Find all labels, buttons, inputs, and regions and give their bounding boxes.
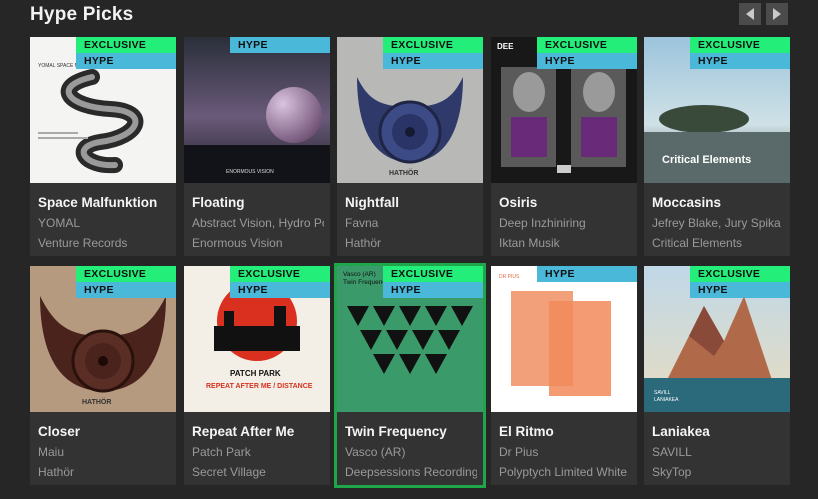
release-artist[interactable]: Favna	[345, 216, 477, 230]
release-title[interactable]: Laniakea	[652, 424, 784, 439]
cover-subtext: LANIAKEA	[654, 397, 679, 403]
hype-badge: HYPE	[690, 53, 790, 69]
release-title[interactable]: El Ritmo	[499, 424, 631, 439]
hype-badge: HYPE	[537, 53, 637, 69]
release-artist[interactable]: Abstract Vision, Hydro Poet	[192, 216, 324, 230]
hype-badge: HYPE	[383, 282, 483, 298]
release-title[interactable]: Floating	[192, 195, 324, 210]
section-header: Hype Picks	[0, 0, 818, 34]
release-card[interactable]: Critical Elements EXCLUSIVE HYPE Moccasi…	[644, 37, 790, 256]
release-label[interactable]: Hathör	[345, 236, 477, 250]
release-title[interactable]: Closer	[38, 424, 170, 439]
release-card[interactable]: DEE EXCLUSIVE HYPE Osiris Deep Inzhiniri…	[491, 37, 637, 256]
cover-text: ENORMOUS VISION	[226, 169, 274, 175]
release-title[interactable]: Moccasins	[652, 195, 784, 210]
exclusive-badge: EXCLUSIVE	[76, 37, 176, 53]
cover-text: PATCH PARK	[230, 369, 281, 378]
cover-text: DEE	[497, 42, 514, 51]
release-title[interactable]: Space Malfunktion	[38, 195, 170, 210]
cover-text: HATHÖR	[82, 397, 111, 406]
release-artist[interactable]: Dr Pius	[499, 445, 631, 459]
release-cover[interactable]: DR PIUS	[491, 266, 637, 412]
release-title[interactable]: Repeat After Me	[192, 424, 324, 439]
release-artist[interactable]: Deep Inzhiniring	[499, 216, 631, 230]
hype-badge: HYPE	[230, 37, 330, 53]
release-label[interactable]: Hathör	[38, 465, 170, 479]
hype-badge: HYPE	[230, 282, 330, 298]
exclusive-badge: EXCLUSIVE	[383, 266, 483, 282]
cover-text: HATHÖR	[389, 168, 418, 177]
release-label[interactable]: Enormous Vision	[192, 236, 324, 250]
exclusive-badge: EXCLUSIVE	[76, 266, 176, 282]
release-title[interactable]: Nightfall	[345, 195, 477, 210]
cover-subtext: REPEAT AFTER ME / DISTANCE	[206, 383, 313, 390]
hype-badge: HYPE	[76, 53, 176, 69]
release-card[interactable]: PATCH PARK REPEAT AFTER ME / DISTANCE EX…	[184, 266, 330, 485]
release-label[interactable]: Critical Elements	[652, 236, 784, 250]
release-artist[interactable]: SAVILL	[652, 445, 784, 459]
release-label[interactable]: Secret Village	[192, 465, 324, 479]
release-artist[interactable]: Maiu	[38, 445, 170, 459]
release-card[interactable]: ENORMOUS VISION HYPE Floating Abstract V…	[184, 37, 330, 256]
hype-badge: HYPE	[76, 282, 176, 298]
cover-text: Vasco (AR)	[343, 271, 376, 278]
release-title[interactable]: Twin Frequency	[345, 424, 477, 439]
chevron-left-icon	[746, 8, 754, 20]
release-card[interactable]: DR PIUS HYPE El Ritmo Dr Pius Polyptych …	[491, 266, 637, 485]
release-artist[interactable]: Vasco (AR)	[345, 445, 477, 459]
cover-text: Critical Elements	[662, 154, 751, 166]
release-artist[interactable]: YOMAL	[38, 216, 170, 230]
release-label[interactable]: Venture Records	[38, 236, 170, 250]
release-label[interactable]: Polyptych Limited White	[499, 465, 631, 479]
exclusive-badge: EXCLUSIVE	[537, 37, 637, 53]
release-artist[interactable]: Jefrey Blake, Jury Spika	[652, 216, 784, 230]
release-card[interactable]: Vasco (AR) Twin Frequency EXCLUSIVE HYPE…	[334, 263, 486, 488]
release-label[interactable]: Iktan Musik	[499, 236, 631, 250]
release-artist[interactable]: Patch Park	[192, 445, 324, 459]
cover-text: SAVILL	[654, 390, 671, 396]
release-label[interactable]: SkyTop	[652, 465, 784, 479]
release-title[interactable]: Osiris	[499, 195, 631, 210]
section-title: Hype Picks	[30, 4, 134, 25]
hype-badge: HYPE	[537, 266, 637, 282]
release-cover[interactable]: ENORMOUS VISION	[184, 37, 330, 183]
release-card[interactable]: HATHÖR EXCLUSIVE HYPE Closer Maiu Hathör	[30, 266, 176, 485]
chevron-right-icon	[773, 8, 781, 20]
hype-badge: HYPE	[690, 282, 790, 298]
release-label[interactable]: Deepsessions Recordings	[345, 465, 477, 479]
cover-text: DR PIUS	[499, 274, 520, 280]
exclusive-badge: EXCLUSIVE	[383, 37, 483, 53]
exclusive-badge: EXCLUSIVE	[690, 266, 790, 282]
carousel-next-button[interactable]	[766, 3, 788, 25]
release-card[interactable]: YOMAL SPACE MALFUNKTION EXCLUSIVE HYPE S…	[30, 37, 176, 256]
carousel-prev-button[interactable]	[739, 3, 761, 25]
exclusive-badge: EXCLUSIVE	[230, 266, 330, 282]
exclusive-badge: EXCLUSIVE	[690, 37, 790, 53]
hype-badge: HYPE	[383, 53, 483, 69]
release-card[interactable]: SAVILL LANIAKEA EXCLUSIVE HYPE Laniakea …	[644, 266, 790, 485]
release-card[interactable]: HATHÖR EXCLUSIVE HYPE Nightfall Favna Ha…	[337, 37, 483, 256]
